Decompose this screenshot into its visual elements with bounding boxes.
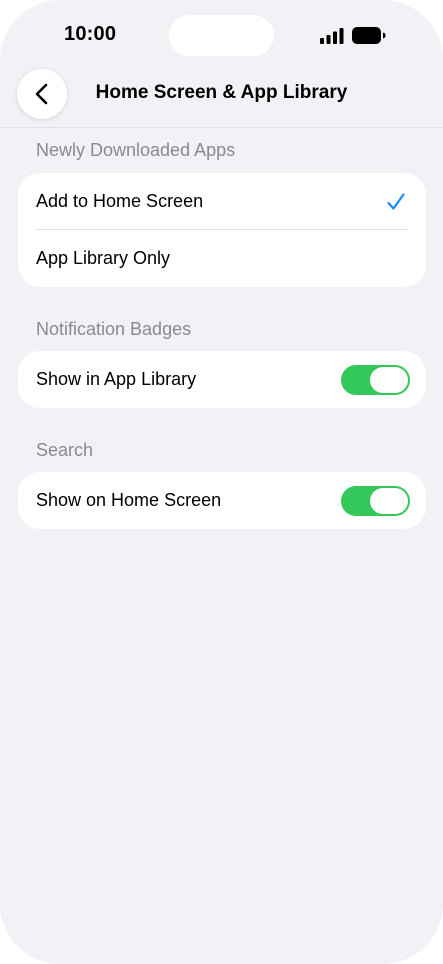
section-header-newly-downloaded: Newly Downloaded Apps <box>36 140 236 160</box>
option-add-to-home-screen[interactable]: Add to Home Screen <box>18 173 426 230</box>
search-group: Show on Home Screen <box>18 472 426 529</box>
show-on-home-screen-toggle[interactable] <box>341 485 410 516</box>
dynamic-island <box>169 15 274 56</box>
newly-downloaded-group: Add to Home Screen App Library Only <box>18 173 426 287</box>
cellular-signal-icon <box>320 28 344 44</box>
phone-screen: 10:00 Home Screen & App Library Newly Do… <box>0 0 443 964</box>
toggle-knob <box>370 366 408 393</box>
option-app-library-only[interactable]: App Library Only <box>18 230 426 287</box>
row-label: Show in App Library <box>36 369 197 389</box>
nav-divider <box>0 127 443 128</box>
row-label: Show on Home Screen <box>36 490 222 510</box>
notification-badges-group: Show in App Library <box>18 351 426 408</box>
page-title: Home Screen & App Library <box>95 82 348 103</box>
section-header-search: Search <box>36 440 94 460</box>
row-show-on-home-screen: Show on Home Screen <box>18 472 426 529</box>
battery-icon <box>352 27 386 44</box>
option-label: App Library Only <box>36 248 171 268</box>
section-header-notification-badges: Notification Badges <box>36 319 192 339</box>
status-time: 10:00 <box>64 23 117 45</box>
row-show-in-app-library: Show in App Library <box>18 351 426 408</box>
toggle-knob <box>370 487 408 514</box>
option-label: Add to Home Screen <box>36 191 204 211</box>
show-in-app-library-toggle[interactable] <box>341 364 410 395</box>
checkmark-icon <box>387 192 405 210</box>
